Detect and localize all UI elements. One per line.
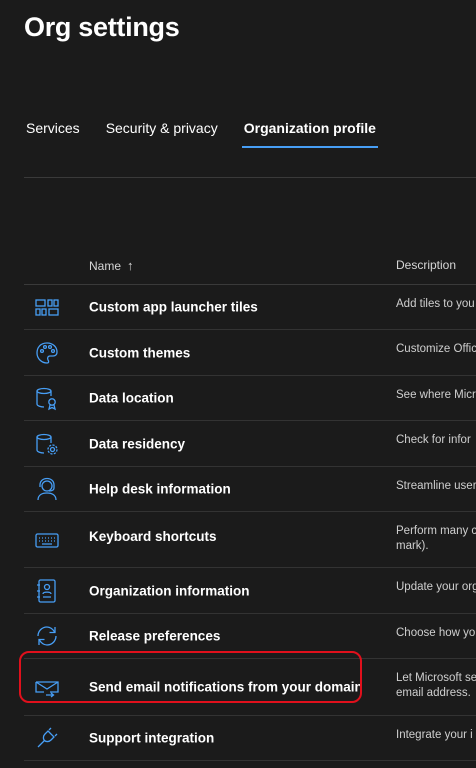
list-item[interactable]: Custom themes Customize Offic bbox=[24, 330, 476, 376]
list-item-name: Help desk information bbox=[89, 481, 231, 497]
list-item-description: Choose how yo bbox=[396, 627, 476, 639]
list-item-description: Update your org bbox=[396, 581, 476, 593]
tab-services[interactable]: Services bbox=[24, 112, 82, 148]
list-item[interactable]: Organization information Update your org bbox=[24, 568, 476, 614]
list-item-description: Integrate your i bbox=[396, 729, 473, 741]
tab-organization-profile[interactable]: Organization profile bbox=[241, 112, 379, 148]
keyboard-icon bbox=[34, 527, 60, 553]
list-item-description: Streamline user bbox=[396, 480, 476, 492]
column-header-description[interactable]: Description bbox=[396, 258, 456, 272]
list-item[interactable]: Data location See where Micr bbox=[24, 376, 476, 421]
list-item-name: Custom themes bbox=[89, 345, 191, 360]
list-item[interactable]: Send email notifications from your domai… bbox=[24, 659, 476, 716]
list-item[interactable]: Data residency Check for infor bbox=[24, 421, 476, 467]
list-item-description: Customize Offic bbox=[396, 343, 476, 355]
list-item[interactable]: Release preferences Choose how yo bbox=[24, 614, 476, 659]
app-tiles-icon bbox=[34, 294, 60, 320]
list-item[interactable]: Support integration Integrate your i bbox=[24, 716, 476, 761]
mail-send-icon bbox=[34, 674, 60, 700]
table-header: Name ↑ Description bbox=[24, 248, 476, 285]
list-item-description: See where Micr bbox=[396, 389, 476, 401]
list-item-name: Data location bbox=[89, 390, 174, 406]
tab-security-privacy[interactable]: Security & privacy bbox=[104, 112, 220, 148]
sort-ascending-icon: ↑ bbox=[127, 258, 134, 273]
palette-icon bbox=[34, 340, 60, 366]
list-item[interactable]: Help desk information Streamline user bbox=[24, 467, 476, 512]
list-item-description: Add tiles to you bbox=[396, 298, 475, 310]
list-item-name: Keyboard shortcuts bbox=[89, 529, 217, 544]
tab-list: Services Security & privacy Organization… bbox=[24, 112, 400, 148]
page-title: Org settings bbox=[24, 12, 180, 42]
settings-list: Custom app launcher tiles Add tiles to y… bbox=[24, 285, 476, 761]
list-item-name: Data residency bbox=[89, 436, 186, 451]
list-item-name: Send email notifications from your domai… bbox=[89, 679, 363, 695]
headset-person-icon bbox=[34, 476, 60, 502]
list-item[interactable]: Keyboard shortcuts Perform many c mark). bbox=[24, 512, 476, 568]
list-item[interactable]: Custom app launcher tiles Add tiles to y… bbox=[24, 285, 476, 330]
list-item-name: Custom app launcher tiles bbox=[89, 299, 258, 315]
list-item-description: Perform many c mark). bbox=[396, 525, 476, 552]
list-item-name: Organization information bbox=[89, 583, 250, 598]
sync-arrows-icon bbox=[34, 623, 60, 649]
database-settings-icon bbox=[34, 431, 60, 457]
column-header-name[interactable]: Name ↑ bbox=[89, 258, 134, 273]
list-item-name: Release preferences bbox=[89, 628, 221, 644]
plug-icon bbox=[34, 725, 60, 751]
list-item-name: Support integration bbox=[89, 730, 215, 746]
list-item-description: Check for infor bbox=[396, 434, 471, 446]
database-location-icon bbox=[34, 385, 60, 411]
divider bbox=[24, 177, 476, 178]
contact-card-icon bbox=[34, 578, 60, 604]
list-item-description: Let Microsoft se email address. bbox=[396, 672, 476, 699]
